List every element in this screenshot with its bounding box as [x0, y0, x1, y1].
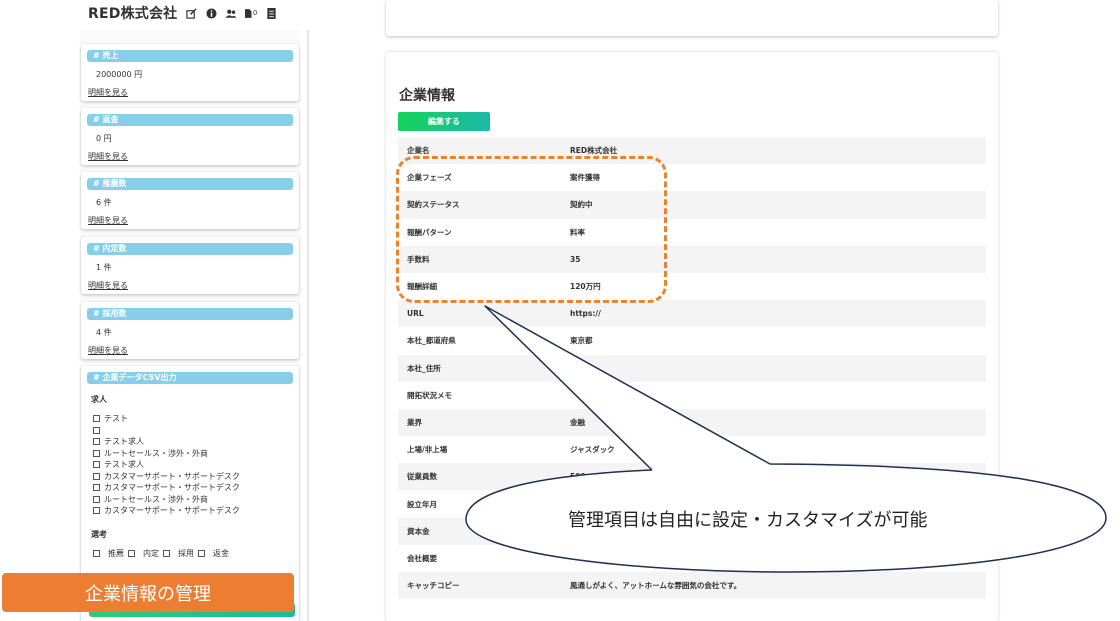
callout-text: 管理項目は自由に設定・カスタマイズが可能 [568, 510, 928, 531]
speech-bubble-shape [465, 305, 1107, 573]
speech-bubble [465, 305, 1107, 573]
feature-label: 企業情報の管理 [2, 573, 294, 612]
app-root: RED株式会社 0 # 売上 2000000 円 明細を見る # 返金 0 円 … [0, 0, 1120, 621]
